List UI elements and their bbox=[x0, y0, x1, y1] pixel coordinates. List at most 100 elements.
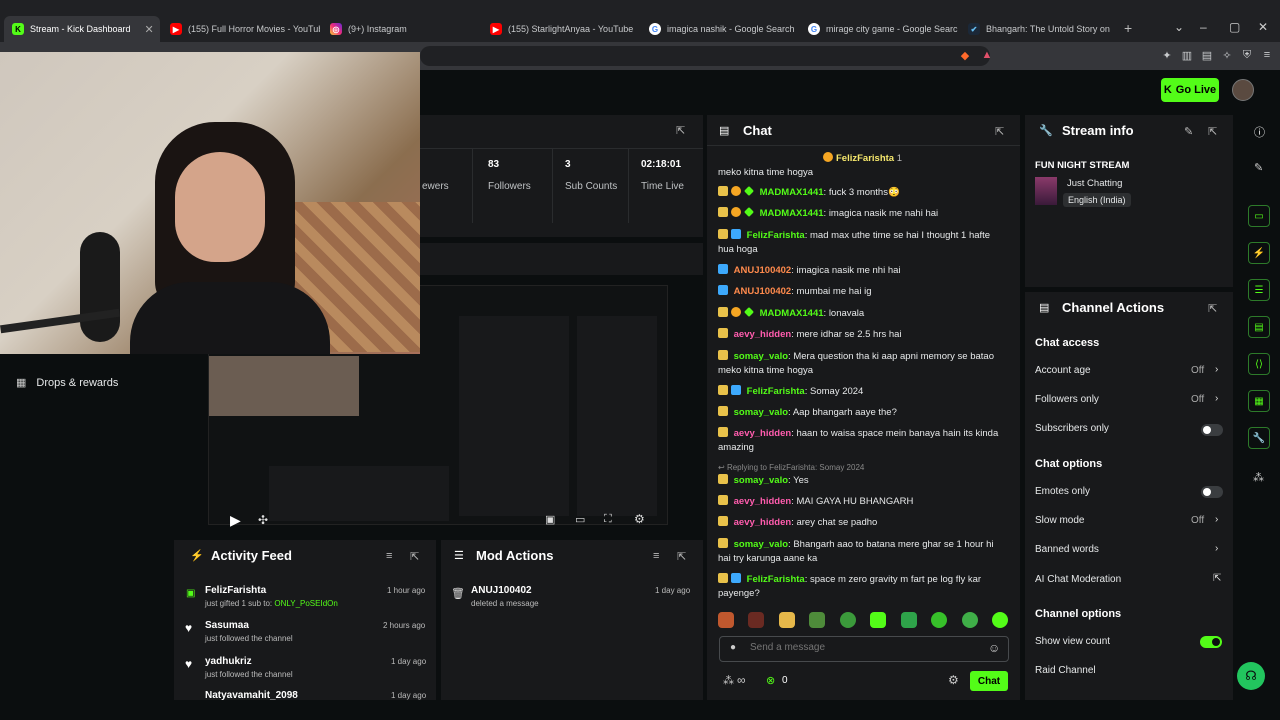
emote-icon[interactable] bbox=[718, 612, 734, 628]
banned-words-label[interactable]: Banned words bbox=[1035, 544, 1099, 555]
help-icon[interactable]: ☊ bbox=[1237, 662, 1265, 690]
wrench-widget-icon[interactable]: 🔧 bbox=[1248, 427, 1270, 449]
emote-icon[interactable] bbox=[931, 612, 948, 628]
info-icon[interactable]: ⓘ bbox=[1254, 124, 1265, 140]
emote-icon[interactable] bbox=[748, 612, 765, 628]
chat-message[interactable]: FelizFarishta: Somay 2024 bbox=[718, 385, 1008, 399]
account-age-value[interactable]: Off bbox=[1191, 365, 1204, 376]
tab-google-imagica[interactable]: G imagica nashik - Google Search bbox=[649, 18, 799, 40]
emotes-only-toggle[interactable] bbox=[1201, 486, 1223, 498]
chat-message[interactable]: somay_valo: Yes bbox=[718, 474, 1008, 488]
popout-icon[interactable]: ⇱ bbox=[677, 550, 686, 563]
new-tab-icon[interactable]: + bbox=[1124, 20, 1132, 36]
emote-icon[interactable] bbox=[839, 612, 856, 628]
pen-icon[interactable]: ✎ bbox=[1254, 161, 1263, 174]
activity-widget-icon[interactable]: ⚡ bbox=[1248, 242, 1270, 264]
sidebar-icon[interactable]: ▥ bbox=[1180, 49, 1194, 63]
chevron-right-icon[interactable]: › bbox=[1215, 393, 1218, 404]
sidebar-item-drops[interactable]: ▦ Drops & rewards bbox=[16, 376, 118, 390]
code-widget-icon[interactable]: ⟨⟩ bbox=[1248, 353, 1270, 375]
filter-icon[interactable]: ≡ bbox=[386, 550, 392, 562]
emoji-icon[interactable]: ☺ bbox=[988, 641, 1000, 655]
actions-widget-icon[interactable]: ▦ bbox=[1248, 390, 1270, 412]
chat-message[interactable]: MADMAX1441: lonavala bbox=[718, 307, 1008, 321]
close-window-icon[interactable]: ✕ bbox=[1258, 20, 1268, 34]
infinity-icon[interactable]: ∞ bbox=[737, 673, 746, 687]
subscribers-only-toggle[interactable] bbox=[1201, 424, 1223, 436]
emote-icon[interactable] bbox=[900, 612, 917, 628]
feed-user[interactable]: Sasumaa bbox=[205, 620, 249, 631]
chat-message[interactable]: aevy_hidden: arey chat se padho bbox=[718, 516, 1008, 530]
chat-message[interactable]: aevy_hidden: mere idhar se 2.5 hrs hai bbox=[718, 328, 1008, 342]
wallet-icon[interactable]: ▤ bbox=[1200, 49, 1214, 63]
chat-message[interactable]: ANUJ100402: mumbai me hai ig bbox=[718, 285, 1008, 299]
edit-icon[interactable]: ✎ bbox=[1184, 125, 1193, 138]
fullscreen-icon[interactable]: ⛶ bbox=[604, 513, 612, 526]
popout-icon[interactable]: ⇱ bbox=[676, 124, 685, 137]
chevron-right-icon[interactable]: › bbox=[1215, 514, 1218, 525]
mod-widget-icon[interactable]: ☰ bbox=[1248, 279, 1270, 301]
emote-icon[interactable] bbox=[870, 612, 887, 628]
community-icon[interactable]: ⁂ bbox=[1253, 471, 1264, 484]
settings-icon[interactable]: ⚙ bbox=[634, 512, 645, 526]
emote-icon[interactable] bbox=[809, 612, 826, 628]
volume-icon[interactable]: ✣ bbox=[258, 513, 268, 527]
emote-icon[interactable] bbox=[991, 612, 1008, 628]
url-field[interactable] bbox=[420, 46, 990, 66]
maximize-icon[interactable]: ▢ bbox=[1229, 20, 1240, 34]
show-view-count-toggle[interactable] bbox=[1200, 636, 1222, 648]
tab-search-icon[interactable]: ⌄ bbox=[1174, 20, 1184, 34]
emote-icon[interactable] bbox=[778, 612, 795, 628]
chat-widget-icon[interactable]: ▤ bbox=[1248, 316, 1270, 338]
tab-google-mirage[interactable]: G mirage city game - Google Search bbox=[808, 18, 958, 40]
external-link-icon[interactable]: ⇱ bbox=[1213, 573, 1221, 584]
brave-rewards-icon[interactable]: ▲ bbox=[980, 49, 994, 63]
tab-steam-bhangarh[interactable]: ✔ Bhangarh: The Untold Story on Ste bbox=[968, 18, 1110, 40]
play-icon[interactable]: ▶ bbox=[230, 512, 241, 529]
chevron-right-icon[interactable]: › bbox=[1215, 543, 1218, 554]
brave-shield-icon[interactable]: ◆ bbox=[958, 49, 972, 63]
feed-user[interactable]: Natyavamahit_2098 bbox=[205, 690, 298, 700]
chat-message[interactable]: FelizFarishta: space m zero gravity m fa… bbox=[718, 573, 1008, 601]
raid-channel-label[interactable]: Raid Channel bbox=[1035, 665, 1096, 676]
mod-action-user[interactable]: ANUJ100402 bbox=[471, 585, 532, 596]
filter-icon[interactable]: ≡ bbox=[653, 550, 659, 562]
pinned-banner[interactable]: FelizFarishta 1 bbox=[823, 152, 902, 164]
popout-icon[interactable]: ⇱ bbox=[1208, 302, 1217, 315]
chat-message[interactable]: ANUJ100402: imagica nasik me nhi hai bbox=[718, 264, 1008, 278]
followers-only-value[interactable]: Off bbox=[1191, 394, 1204, 405]
feed-user[interactable]: yadhukriz bbox=[205, 656, 252, 667]
chat-message[interactable]: MADMAX1441: fuck 3 months😳 bbox=[718, 186, 1008, 200]
chat-message[interactable]: MADMAX1441: imagica nasik me nahi hai bbox=[718, 207, 1008, 221]
chat-message[interactable]: aevy_hidden: MAI GAYA HU BHANGARH bbox=[718, 495, 1008, 509]
chat-message[interactable]: somay_valo: Mera question tha ki aap apn… bbox=[718, 350, 1008, 378]
tab-instagram[interactable]: ◎ (9+) Instagram bbox=[330, 18, 480, 40]
vpn-icon[interactable]: ⛨ bbox=[1240, 49, 1254, 63]
feed-user[interactable]: FelizFarishta bbox=[205, 585, 266, 596]
go-live-button[interactable]: K Go Live bbox=[1161, 78, 1219, 102]
extensions-icon[interactable]: ✦ bbox=[1160, 49, 1174, 63]
minimize-icon[interactable]: – bbox=[1200, 20, 1207, 34]
chat-settings-icon[interactable]: ⚙ bbox=[948, 673, 959, 687]
pip-icon[interactable]: ▣ bbox=[545, 513, 555, 526]
leo-icon[interactable]: ✧ bbox=[1220, 49, 1234, 63]
slow-mode-value[interactable]: Off bbox=[1191, 515, 1204, 526]
popout-icon[interactable]: ⇱ bbox=[1208, 125, 1217, 138]
close-icon[interactable]: ✕ bbox=[145, 23, 154, 36]
stats-widget-icon[interactable]: ▭ bbox=[1248, 205, 1270, 227]
avatar[interactable] bbox=[1232, 79, 1254, 101]
chat-input[interactable] bbox=[750, 642, 970, 653]
viewers-list-icon[interactable]: ⁂ bbox=[723, 674, 734, 687]
send-chat-button[interactable]: Chat bbox=[970, 671, 1008, 691]
chat-message[interactable]: somay_valo: Bhangarh aao to batana mere … bbox=[718, 538, 1008, 566]
tab-kick-dashboard[interactable]: K Stream - Kick Dashboard ✕ bbox=[4, 16, 160, 42]
ai-moderation-label[interactable]: AI Chat Moderation bbox=[1035, 574, 1121, 585]
tab-youtube-starlight[interactable]: ▶ (155) StarlightAnyaa - YouTube bbox=[490, 18, 640, 40]
clip-icon[interactable]: ▭ bbox=[575, 513, 585, 526]
menu-icon[interactable]: ≡ bbox=[1260, 49, 1274, 63]
popout-icon[interactable]: ⇱ bbox=[410, 550, 419, 563]
chevron-right-icon[interactable]: › bbox=[1215, 364, 1218, 375]
chat-message[interactable]: FelizFarishta: mad max uthe time se hai … bbox=[718, 229, 1008, 257]
popout-icon[interactable]: ⇱ bbox=[995, 125, 1004, 138]
chat-message[interactable]: aevy_hidden: haan to waisa space mein ba… bbox=[718, 427, 1008, 455]
